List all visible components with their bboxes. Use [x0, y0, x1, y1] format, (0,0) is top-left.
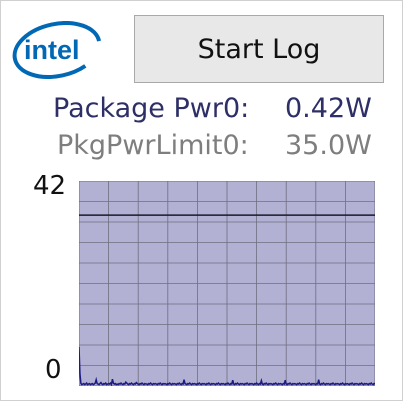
- package-power-value: 0.42W: [285, 93, 372, 124]
- y-axis-min-label: 0: [45, 355, 62, 385]
- power-gadget-window: intel Start Log Package Pwr0: 0.42W PkgP…: [0, 0, 403, 401]
- pkg-power-limit-label: PkgPwrLimit0:: [57, 130, 249, 161]
- y-axis-max-label: 42: [33, 171, 67, 201]
- pkg-power-limit-value: 35.0W: [285, 130, 372, 161]
- intel-logo-text: intel: [24, 35, 80, 65]
- intel-logo: intel: [12, 21, 102, 79]
- package-power-label: Package Pwr0:: [53, 93, 250, 124]
- power-chart: [79, 181, 375, 386]
- start-log-button[interactable]: Start Log: [134, 15, 384, 83]
